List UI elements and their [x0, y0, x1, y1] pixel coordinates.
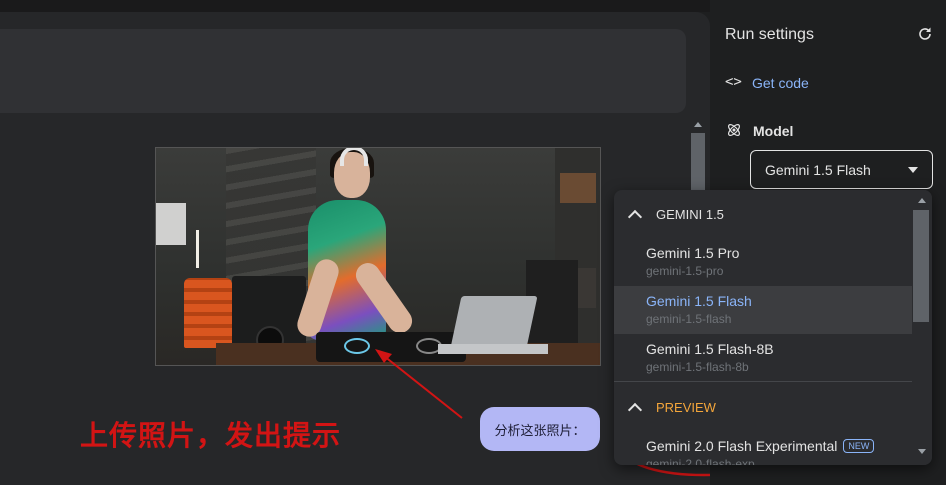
chat-scrollbar[interactable]: [691, 133, 705, 195]
model-label: Model: [753, 123, 794, 139]
dropdown-scroll-up-icon[interactable]: [918, 198, 926, 203]
model-select[interactable]: Gemini 1.5 Flash: [750, 150, 933, 189]
chevron-down-icon: [908, 167, 918, 173]
model-select-value: Gemini 1.5 Flash: [765, 161, 871, 178]
model-option-name: Gemini 1.5 Flash: [646, 293, 752, 309]
model-option-gemini-1-5-flash-8b[interactable]: Gemini 1.5 Flash-8B gemini-1.5-flash-8b: [614, 334, 912, 382]
run-settings-title: Run settings: [725, 26, 814, 43]
user-message-text: 分析这张照片：: [494, 422, 586, 438]
new-badge: NEW: [843, 439, 875, 453]
model-option-name: Gemini 1.5 Flash-8B: [646, 341, 774, 357]
user-message-bubble: 分析这张照片：: [480, 407, 600, 451]
model-option-name-text: Gemini 2.0 Flash Experimental: [646, 438, 838, 454]
annotation-caption: 上传照片，发出提示: [80, 419, 342, 452]
model-option-name: Gemini 2.0 Flash Experimental NEW: [646, 438, 912, 454]
model-option-gemini-1-5-pro[interactable]: Gemini 1.5 Pro gemini-1.5-pro: [614, 238, 912, 286]
model-option-id: gemini-1.5-pro: [646, 264, 724, 278]
dropdown-scroll-down-icon[interactable]: [918, 449, 926, 454]
code-icon[interactable]: <>: [725, 74, 742, 90]
group-label: GEMINI 1.5: [656, 206, 724, 222]
model-option-id: gemini-1.5-flash-8b: [646, 360, 749, 374]
model-option-name: Gemini 1.5 Pro: [646, 245, 740, 261]
model-dropdown: GEMINI 1.5 Gemini 1.5 Pro gemini-1.5-pro…: [614, 190, 932, 465]
top-bar: [0, 0, 710, 12]
chat-scroll-up-icon[interactable]: [694, 122, 702, 127]
model-option-gemini-2-0-flash-exp[interactable]: Gemini 2.0 Flash Experimental NEW gemini-…: [614, 431, 912, 465]
dropdown-scrollbar-thumb[interactable]: [913, 210, 929, 322]
dropdown-divider: [614, 381, 912, 382]
uploaded-photo[interactable]: [155, 147, 601, 366]
reset-icon[interactable]: [917, 26, 933, 42]
model-option-gemini-1-5-flash[interactable]: Gemini 1.5 Flash gemini-1.5-flash: [614, 286, 912, 334]
get-code-link[interactable]: Get code: [752, 75, 809, 91]
model-option-id: gemini-2.0-flash-exp: [646, 457, 755, 465]
system-instructions-box[interactable]: [0, 29, 686, 113]
chevron-up-icon: [627, 209, 643, 224]
model-atom-icon: [728, 124, 740, 136]
chevron-up-icon: [627, 402, 643, 417]
model-option-id: gemini-1.5-flash: [646, 312, 732, 326]
group-header-gemini-1-5[interactable]: GEMINI 1.5: [614, 197, 914, 231]
group-header-preview[interactable]: PREVIEW: [614, 390, 914, 424]
group-label: PREVIEW: [656, 399, 716, 415]
